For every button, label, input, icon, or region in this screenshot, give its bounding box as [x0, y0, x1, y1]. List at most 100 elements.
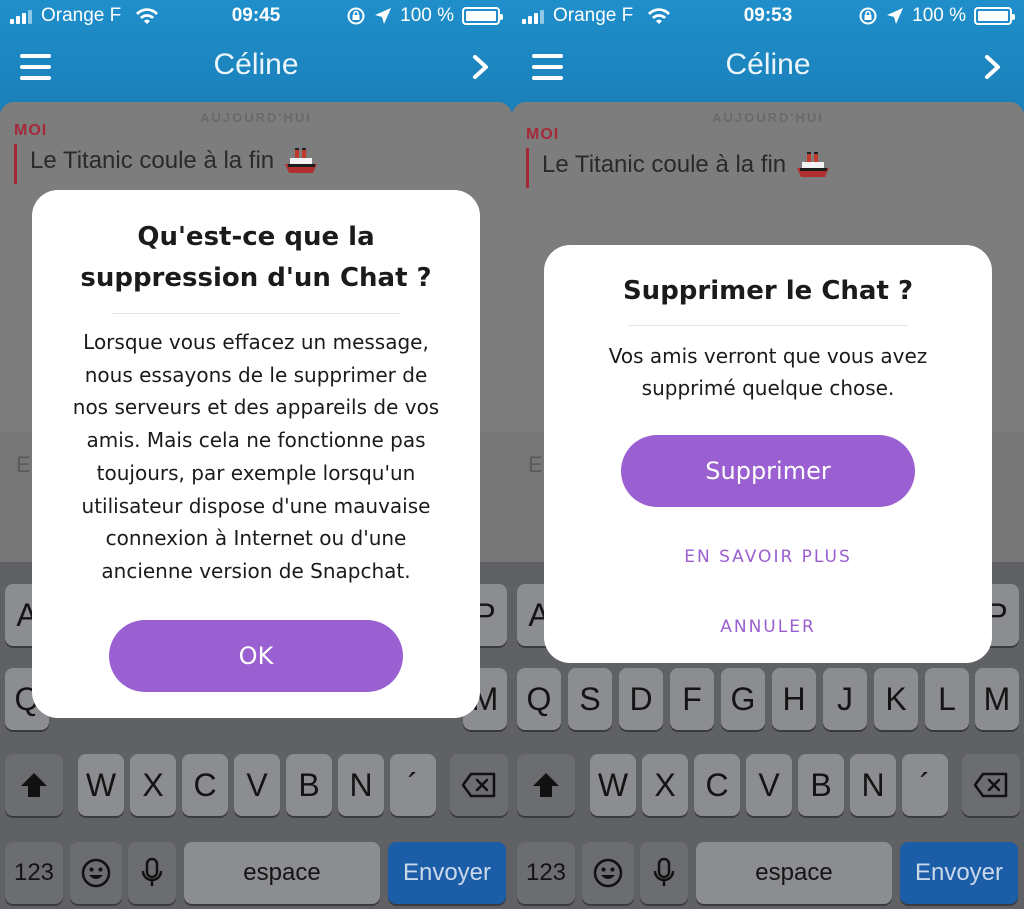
space-key[interactable]: espace	[184, 842, 380, 904]
conversation-title[interactable]: Céline	[0, 48, 512, 82]
battery-percent: 100 %	[912, 5, 966, 26]
dialog-body-line: nos serveurs et des appareils de vos	[72, 395, 440, 420]
key-f[interactable]: F	[670, 668, 714, 730]
nav-bar: Céline	[512, 34, 1024, 100]
dialog-body: Lorsque vous effacez un message, nous es…	[32, 326, 480, 588]
send-key[interactable]: Envoyer	[900, 842, 1018, 904]
dialog-divider	[628, 325, 908, 326]
dialog-body: Vos amis verront que vous avez supprimé …	[544, 340, 992, 404]
rotation-lock-icon	[859, 7, 877, 25]
info-dialog: Qu'est-ce que la suppression d'un Chat ?…	[32, 190, 480, 718]
key-l[interactable]: L	[925, 668, 969, 730]
location-arrow-icon	[375, 8, 392, 24]
dialog-title: Qu'est-ce que la suppression d'un Chat ?	[32, 190, 480, 299]
delete-key[interactable]	[450, 754, 508, 816]
shift-key[interactable]	[5, 754, 63, 816]
send-key[interactable]: Envoyer	[388, 842, 506, 904]
emoji-icon	[81, 858, 111, 888]
delete-key[interactable]	[962, 754, 1020, 816]
key-c[interactable]: C	[694, 754, 740, 816]
chat-message[interactable]: Le Titanic coule à la fin	[30, 146, 318, 176]
key-w[interactable]: W	[78, 754, 124, 816]
key-g[interactable]: G	[721, 668, 765, 730]
dictation-key[interactable]	[640, 842, 688, 904]
emoji-key[interactable]	[582, 842, 634, 904]
key-n[interactable]: N	[850, 754, 896, 816]
input-text-partial[interactable]: E	[528, 452, 543, 478]
delete-icon	[973, 772, 1008, 798]
screen-right: Orange F 09:53 100 % Céline AUJOURD'HUI …	[512, 0, 1024, 909]
key-j[interactable]: J	[823, 668, 867, 730]
key-k[interactable]: K	[874, 668, 918, 730]
delete-icon	[461, 772, 496, 798]
screen-left: Orange F 09:45 100 % Céline AUJOURD'HUI …	[0, 0, 512, 909]
key-accent[interactable]: ´	[390, 754, 436, 816]
day-separator: AUJOURD'HUI	[200, 110, 312, 125]
input-text-partial[interactable]: E	[16, 452, 31, 478]
message-marker	[14, 144, 17, 184]
emoji-key[interactable]	[70, 842, 122, 904]
battery-icon	[974, 7, 1015, 25]
shift-key[interactable]	[517, 754, 575, 816]
key-b[interactable]: B	[286, 754, 332, 816]
key-q[interactable]: Q	[517, 668, 561, 730]
delete-button[interactable]: Supprimer	[621, 435, 915, 507]
sender-label: MOI	[526, 126, 560, 143]
learn-more-link[interactable]: EN SAVOIR PLUS	[544, 547, 992, 567]
message-marker	[526, 148, 529, 188]
dialog-body-line: toujours, par exemple lorsqu'un	[96, 460, 416, 485]
dialog-body-line: amis. Mais cela ne fonctionne pas	[86, 428, 426, 453]
key-h[interactable]: H	[772, 668, 816, 730]
dialog-divider	[111, 313, 401, 314]
space-key[interactable]: espace	[696, 842, 892, 904]
sender-label: MOI	[14, 122, 48, 139]
dialog-body-line: utilisateur dispose d'une mauvaise	[81, 493, 431, 518]
microphone-icon	[653, 857, 675, 886]
key-x[interactable]: X	[130, 754, 176, 816]
status-bar: Orange F 09:45 100 %	[0, 0, 512, 34]
key-b[interactable]: B	[798, 754, 844, 816]
key-w[interactable]: W	[590, 754, 636, 816]
conversation-title[interactable]: Céline	[512, 48, 1024, 82]
dialog-body-line: Vos amis verront que vous avez	[608, 344, 928, 368]
key-accent[interactable]: ´	[902, 754, 948, 816]
microphone-icon	[141, 857, 163, 886]
shift-icon	[533, 773, 559, 797]
dialog-body-line: ancienne version de Snapchat.	[101, 558, 411, 583]
rotation-lock-icon	[347, 7, 365, 25]
delete-dialog: Supprimer le Chat ? Vos amis verront que…	[544, 245, 992, 663]
header: Orange F 09:45 100 % Céline	[0, 0, 512, 112]
chevron-right-icon[interactable]	[472, 54, 490, 80]
key-x[interactable]: X	[642, 754, 688, 816]
status-right: 100 %	[346, 5, 503, 27]
battery-icon	[462, 7, 503, 25]
status-right: 100 %	[858, 5, 1015, 27]
nav-bar: Céline	[0, 34, 512, 100]
message-text: Le Titanic coule à la fin	[542, 151, 787, 178]
status-bar: Orange F 09:53 100 %	[512, 0, 1024, 34]
dialog-title: Supprimer le Chat ?	[622, 276, 914, 306]
dialog-title-line: suppression d'un Chat ?	[80, 263, 432, 293]
numbers-key[interactable]: 123	[5, 842, 63, 904]
battery-percent: 100 %	[400, 5, 454, 26]
emoji-icon	[593, 858, 623, 888]
key-s[interactable]: S	[568, 668, 612, 730]
ship-emoji-icon	[797, 152, 830, 177]
chat-message[interactable]: Le Titanic coule à la fin	[542, 150, 830, 180]
key-v[interactable]: V	[746, 754, 792, 816]
chevron-right-icon[interactable]	[984, 54, 1002, 80]
dictation-key[interactable]	[128, 842, 176, 904]
dialog-body-line: Lorsque vous effacez un message,	[83, 330, 429, 354]
key-v[interactable]: V	[234, 754, 280, 816]
numbers-key[interactable]: 123	[517, 842, 575, 904]
ship-emoji-icon	[285, 148, 318, 173]
dialog-body-line: nous essayons de le supprimer de	[84, 362, 428, 387]
key-n[interactable]: N	[338, 754, 384, 816]
key-d[interactable]: D	[619, 668, 663, 730]
ok-button[interactable]: OK	[109, 620, 403, 692]
cancel-link[interactable]: ANNULER	[544, 617, 992, 637]
key-m[interactable]: M	[975, 668, 1019, 730]
dialog-title-line: Qu'est-ce que la	[137, 222, 375, 252]
key-c[interactable]: C	[182, 754, 228, 816]
dialog-body-line: supprimé quelque chose.	[641, 376, 895, 400]
